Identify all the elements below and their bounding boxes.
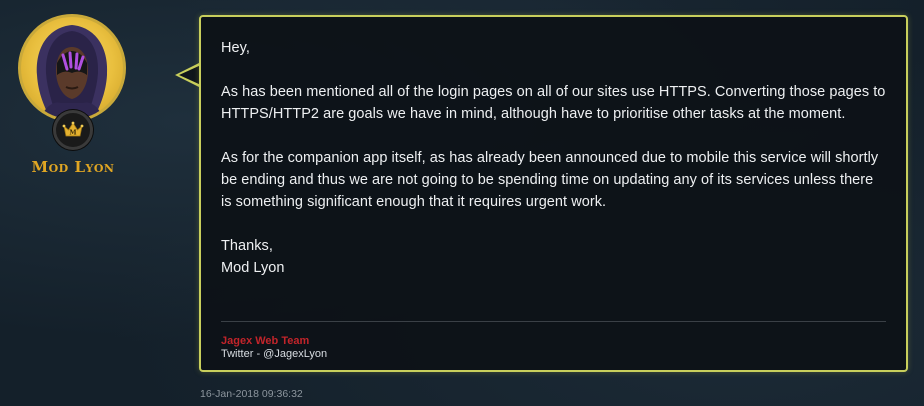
- crown-icon: M: [62, 121, 84, 137]
- post-timestamp: 16-Jan-2018 09:36:32: [200, 388, 303, 400]
- post-paragraph: Hey,: [221, 40, 250, 56]
- post-message: Hey, As has been mentioned all of the lo…: [199, 15, 908, 372]
- badge-letter: M: [69, 129, 76, 137]
- author-name[interactable]: Mod Lyon: [0, 158, 146, 176]
- post-paragraph: As has been mentioned all of the login p…: [221, 84, 886, 122]
- post-author: M Mod Lyon: [0, 0, 150, 406]
- author-avatar[interactable]: [18, 14, 126, 122]
- post-signature: Jagex Web Team Twitter - @JagexLyon: [221, 335, 327, 361]
- post-signoff: Thanks, Mod Lyon: [221, 235, 886, 279]
- bubble-arrow-inner: [179, 65, 201, 85]
- post-paragraph: As for the companion app itself, as has …: [221, 150, 879, 210]
- signature-divider: [221, 321, 886, 322]
- post-paragraph: Mod Lyon: [221, 260, 285, 276]
- signature-team: Jagex Web Team: [221, 335, 310, 347]
- post-paragraph: Thanks,: [221, 238, 273, 254]
- moderator-badge: M: [53, 110, 93, 150]
- post-body: Hey, As has been mentioned all of the lo…: [221, 37, 886, 279]
- signature-twitter: Twitter - @JagexLyon: [221, 348, 328, 360]
- hooded-figure-avatar-icon: [36, 25, 108, 119]
